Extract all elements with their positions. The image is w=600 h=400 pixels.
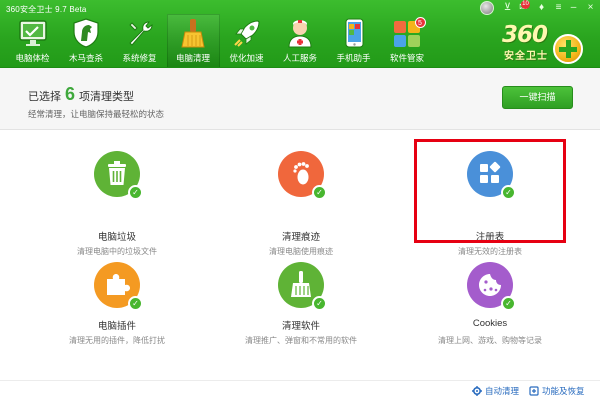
selected-summary: 已选择 6 项清理类型 xyxy=(28,84,135,104)
nav-label: 木马查杀 xyxy=(68,53,103,63)
nav-label: 电脑体检 xyxy=(15,53,50,63)
footer-bar: 自动清理 功能及恢复 xyxy=(0,380,600,400)
nav-item-phone-assistant[interactable]: 手机助手 xyxy=(327,14,380,68)
card-title: 清理软件 xyxy=(281,321,320,332)
highlight-box xyxy=(414,139,566,243)
auto-clean-link[interactable]: 自动清理 xyxy=(472,385,519,397)
checked-icon: ✓ xyxy=(501,296,516,311)
pin-icon[interactable]: ⊻ xyxy=(500,1,515,15)
nav-label: 软件管家 xyxy=(389,53,424,63)
puzzle-icon: ✓ xyxy=(94,262,143,311)
card-description: 清理推广、弹窗和不常用的软件 xyxy=(245,336,357,345)
brand-logo: 360 安全卫士 xyxy=(496,14,594,66)
doctor-icon xyxy=(284,17,316,49)
broom-icon xyxy=(177,17,209,49)
horse-shield-icon xyxy=(70,17,102,49)
brand-plus-icon xyxy=(553,34,583,64)
one-click-scan-button[interactable]: 一键扫描 xyxy=(502,86,573,109)
monitor-check-icon xyxy=(17,17,49,49)
software-update-badge: 5 xyxy=(414,17,426,28)
nav-label: 电脑清理 xyxy=(175,53,210,63)
nav-item-manual-service[interactable]: 人工服务 xyxy=(274,14,327,68)
menu-icon[interactable]: ≡ xyxy=(551,1,566,15)
selected-count: 6 xyxy=(65,84,76,104)
user-avatar[interactable] xyxy=(480,1,494,15)
card-description: 清理电脑使用痕迹 xyxy=(269,247,333,256)
rocket-icon xyxy=(231,17,263,49)
nav-item-cleanup[interactable]: 电脑清理 xyxy=(166,14,220,68)
restore-link[interactable]: 功能及恢复 xyxy=(529,385,585,397)
footprint-icon: ✓ xyxy=(278,151,327,200)
card-description: 清理电脑中的垃圾文件 xyxy=(77,247,157,256)
brand-number: 360 xyxy=(502,22,548,48)
nav-item-checkup[interactable]: 电脑体检 xyxy=(6,14,59,68)
card-title: 电脑插件 xyxy=(97,321,136,332)
trash-icon: ✓ xyxy=(94,151,143,200)
mail-badge: 10 xyxy=(521,0,530,9)
checked-icon: ✓ xyxy=(128,185,143,200)
summary-suffix: 项清理类型 xyxy=(79,91,135,103)
close-icon[interactable]: × xyxy=(583,1,598,15)
card-computer-junk[interactable]: ✓ 电脑垃圾 清理电脑中的垃圾文件 xyxy=(32,151,202,271)
skin-icon[interactable]: ♦ xyxy=(534,1,549,15)
nav-label: 系统修复 xyxy=(122,53,157,63)
summary-prefix: 已选择 xyxy=(28,91,61,103)
auto-clean-label: 自动清理 xyxy=(485,386,520,396)
wrench-icon xyxy=(124,17,156,49)
phone-icon xyxy=(338,17,370,49)
checked-icon: ✓ xyxy=(312,185,327,200)
title-bar-header: 360安全卫士 9.7 Beta ⊻ ✉ 10 ♦ ≡ – × 电脑体检 xyxy=(0,0,600,68)
card-title: 清理痕迹 xyxy=(281,232,320,243)
nav-item-speedup[interactable]: 优化加速 xyxy=(220,14,273,68)
card-description: 清理上网、游戏、购物等记录 xyxy=(438,336,542,345)
main-nav: 电脑体检 木马查杀 系统修复 电脑清理 优化加速 人工服务 手机助手 5 软件管… xyxy=(6,14,434,68)
nav-label: 优化加速 xyxy=(229,53,264,63)
checked-icon: ✓ xyxy=(128,296,143,311)
restore-label: 功能及恢复 xyxy=(542,386,585,396)
nav-label: 手机助手 xyxy=(336,53,371,63)
card-description: 清理无用的插件，降低打扰 xyxy=(69,336,165,345)
card-title: 电脑垃圾 xyxy=(97,232,136,243)
card-title: Cookies xyxy=(472,318,508,329)
nav-item-software-manager[interactable]: 5 软件管家 xyxy=(381,14,434,68)
card-description: 清理无效的注册表 xyxy=(458,247,522,256)
card-plugins[interactable]: ✓ 电脑插件 清理无用的插件，降低打扰 xyxy=(32,262,202,382)
card-cookies[interactable]: ✓ Cookies 清理上网、游戏、购物等记录 xyxy=(405,262,575,382)
brand-name: 安全卫士 xyxy=(504,51,548,62)
restore-icon xyxy=(529,386,539,396)
card-clean-software[interactable]: ✓ 清理软件 清理推广、弹窗和不常用的软件 xyxy=(216,262,386,382)
cookie-icon: ✓ xyxy=(467,262,516,311)
broom-icon: ✓ xyxy=(278,262,327,311)
checked-icon: ✓ xyxy=(312,296,327,311)
nav-item-system-repair[interactable]: 系统修复 xyxy=(113,14,166,68)
nav-item-trojan-scan[interactable]: 木马查杀 xyxy=(60,14,113,68)
minimize-icon[interactable]: – xyxy=(566,1,581,15)
gear-icon xyxy=(472,386,482,396)
summary-description: 经常清理，让电脑保持最轻松的状态 xyxy=(28,109,165,119)
nav-label: 人工服务 xyxy=(282,53,317,63)
card-clean-traces[interactable]: ✓ 清理痕迹 清理电脑使用痕迹 xyxy=(216,151,386,271)
